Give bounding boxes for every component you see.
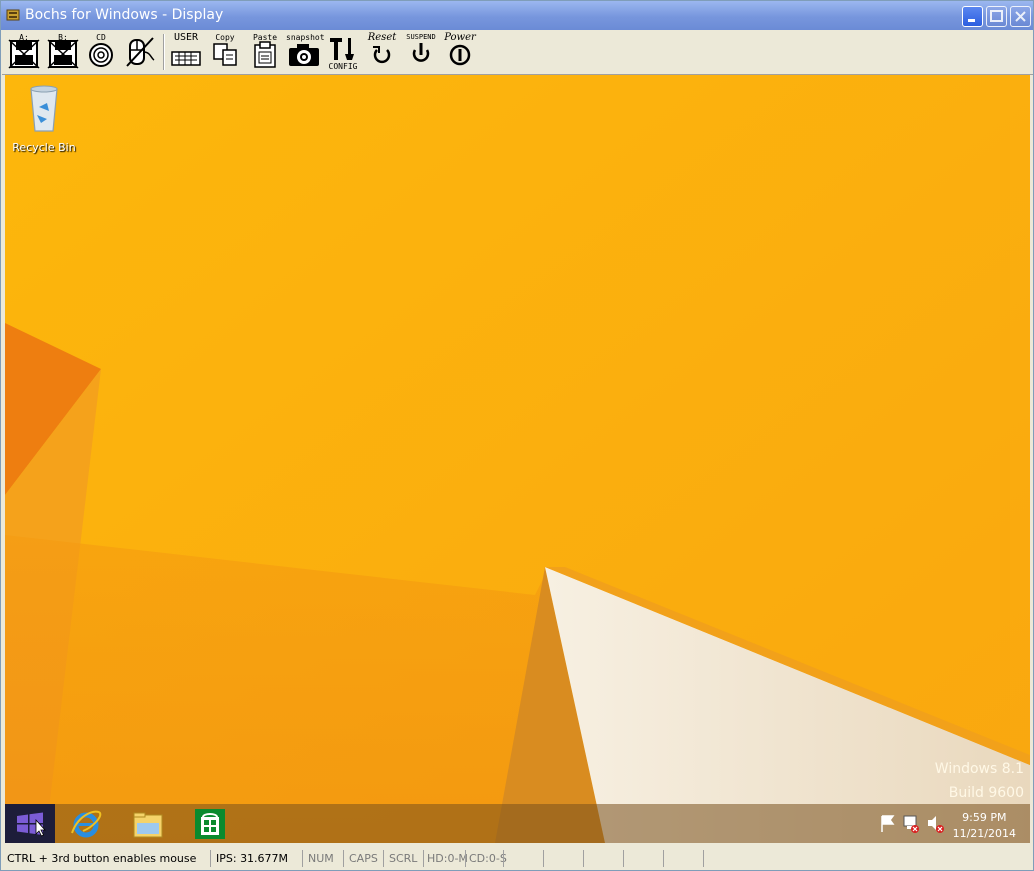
paste-button[interactable]: Paste <box>248 32 282 72</box>
speaker-muted-icon <box>928 816 944 833</box>
recycle-bin-icon <box>30 85 58 132</box>
floppy-a-button[interactable]: A: <box>7 32 41 72</box>
clock-date: 11/21/2014 <box>952 827 1016 840</box>
recycle-bin-shortcut[interactable]: Recycle Bin <box>11 81 77 154</box>
copy-button[interactable]: Copy <box>208 32 242 72</box>
store-taskbar-button[interactable] <box>193 807 227 841</box>
file-explorer-taskbar-button[interactable] <box>131 807 165 841</box>
os-build-watermark: Build 9600 <box>948 785 1024 801</box>
volume-tray[interactable] <box>925 804 945 843</box>
config-button[interactable]: CONFIG <box>327 32 359 72</box>
status-caps-lock: CAPS <box>343 850 383 867</box>
minimize-icon <box>968 19 975 22</box>
window-title: Bochs for Windows - Display <box>25 7 224 23</box>
maximize-icon <box>990 10 1003 22</box>
desktop-wallpaper <box>5 75 1030 843</box>
os-version-watermark: Windows 8.1 <box>934 761 1024 777</box>
status-num-lock: NUM <box>302 850 343 867</box>
minimize-button[interactable] <box>962 6 983 27</box>
power-button[interactable]: Power <box>443 32 477 72</box>
status-empty-6 <box>703 850 743 867</box>
folder-icon <box>133 812 163 838</box>
cd-disc-icon <box>89 43 113 67</box>
mouse-disabled-icon <box>126 37 155 67</box>
paste-icon <box>254 41 276 68</box>
status-bar: CTRL + 3rd button enables mouse IPS: 31.… <box>2 847 1033 870</box>
close-icon <box>1015 11 1026 22</box>
store-icon <box>195 809 225 839</box>
status-empty-3 <box>583 850 623 867</box>
taskbar-clock[interactable]: 9:59 PM 11/21/2014 <box>953 810 1016 842</box>
reset-button[interactable]: Reset <box>365 32 399 72</box>
status-empty-5 <box>663 850 703 867</box>
start-button[interactable] <box>5 804 55 843</box>
network-tray[interactable] <box>901 804 921 843</box>
recycle-bin-label: Recycle Bin <box>12 141 76 154</box>
config-label: CONFIG <box>328 62 358 71</box>
taskbar: 9:59 PM 11/21/2014 <box>5 804 1030 843</box>
close-button[interactable] <box>1010 6 1031 27</box>
toolbar-separator <box>163 34 165 70</box>
flag-icon <box>881 815 895 832</box>
mouse-toggle-button[interactable] <box>123 32 157 72</box>
title-bar[interactable]: Bochs for Windows - Display <box>1 1 1033 30</box>
status-cd: CD:0-S <box>465 850 507 867</box>
windows-logo-icon <box>17 812 46 837</box>
suspend-button[interactable]: SUSPEND <box>404 32 438 72</box>
guest-display[interactable]: Recycle Bin Windows 8.1 Build 9600 9:59 … <box>5 75 1030 843</box>
suspend-icon <box>412 43 430 62</box>
bochs-toolbar: A: B: CD USER Copy Paste snapshot CONFIG… <box>2 30 1033 75</box>
bochs-app-icon <box>6 9 20 21</box>
status-ips: IPS: 31.677M <box>210 850 302 867</box>
maximize-button[interactable] <box>986 6 1007 27</box>
internet-explorer-taskbar-button[interactable] <box>69 807 103 841</box>
action-center-tray[interactable] <box>877 804 897 843</box>
status-empty-2 <box>543 850 583 867</box>
status-empty-4 <box>623 850 663 867</box>
user-key-button[interactable]: USER <box>169 32 203 72</box>
floppy-b-button[interactable]: B: <box>46 32 80 72</box>
status-hd: HD:0-M <box>423 850 468 867</box>
config-tools-icon <box>330 38 354 60</box>
clock-time: 9:59 PM <box>962 811 1007 824</box>
power-icon <box>449 44 471 66</box>
camera-icon <box>289 44 319 66</box>
keyboard-icon <box>171 51 201 66</box>
reset-icon <box>373 46 391 64</box>
status-hint: CTRL + 3rd button enables mouse <box>7 852 197 865</box>
status-scroll-lock: SCRL <box>383 850 423 867</box>
floppy-icon <box>47 39 79 69</box>
internet-explorer-icon <box>71 810 102 838</box>
bochs-window: Bochs for Windows - Display A: B: CD USE… <box>0 0 1034 871</box>
status-empty-1 <box>503 850 543 867</box>
cdrom-button[interactable]: CD <box>86 32 116 72</box>
snapshot-button[interactable]: snapshot <box>286 32 325 72</box>
copy-icon <box>213 43 237 66</box>
network-disconnected-icon <box>903 815 919 833</box>
floppy-icon <box>8 39 40 69</box>
